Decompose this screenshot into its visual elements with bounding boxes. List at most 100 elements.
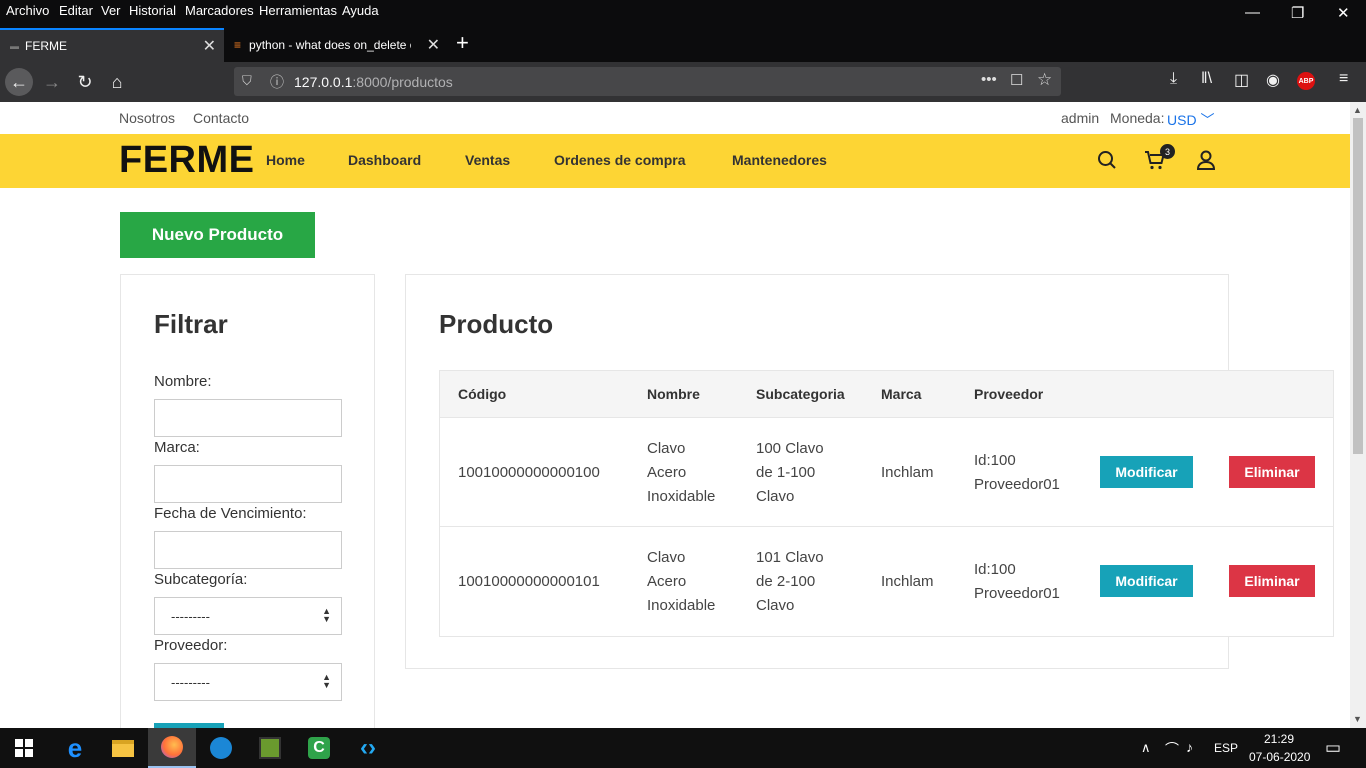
menu-editar[interactable]: Editar — [59, 3, 93, 18]
new-tab-icon[interactable]: + — [456, 30, 469, 56]
tab-bar: ▬ FERME ✕ ≡ python - what does on_delete… — [0, 28, 1366, 62]
home-icon[interactable]: ⌂ — [103, 68, 131, 96]
label-fecha-vencimiento: Fecha de Vencimiento: — [154, 505, 307, 522]
select-arrows-icon: ▲ ▼ — [322, 672, 331, 690]
tab-title: python - what does on_delete o — [249, 38, 412, 52]
chevron-down-icon: ﹀ — [1200, 112, 1215, 128]
nav-ventas[interactable]: Ventas — [465, 152, 510, 168]
reload-icon[interactable]: ↻ — [71, 68, 99, 96]
pocket-icon[interactable]: ☐ — [1010, 71, 1023, 89]
subcategoria-select[interactable]: --------- ▲ ▼ — [154, 597, 342, 635]
download-icon[interactable]: ⤓ — [1170, 70, 1177, 88]
menu-bar: Archivo Editar Ver Historial Marcadores … — [0, 0, 1366, 28]
restore-icon[interactable]: ❐ — [1291, 4, 1304, 22]
currency-select[interactable]: USD ﹀ — [1167, 110, 1214, 130]
menu-herramientas[interactable]: Herramientas — [259, 3, 337, 18]
page-scrollbar[interactable]: ▲ ▼ — [1350, 102, 1366, 728]
nav-home[interactable]: Home — [266, 152, 305, 168]
nav-dashboard[interactable]: Dashboard — [348, 152, 421, 168]
adblock-icon[interactable]: ABP — [1297, 72, 1315, 90]
label-nombre: Nombre: — [154, 373, 212, 390]
filter-panel: Filtrar Nombre: Marca: Fecha de Vencimie… — [120, 274, 375, 728]
currency-label: Moneda: — [1110, 110, 1165, 126]
fecha-vencimiento-input[interactable] — [154, 531, 342, 569]
cell-nombre: Clavo Acero Inoxidable — [647, 440, 716, 505]
select-arrows-icon: ▲ ▼ — [322, 606, 331, 624]
col-subcategoria: Subcategoria — [756, 386, 845, 402]
menu-marcadores[interactable]: Marcadores — [185, 3, 254, 18]
camtasia-icon[interactable]: C — [295, 728, 343, 768]
menu-historial[interactable]: Historial — [129, 3, 176, 18]
products-title: Producto — [439, 309, 554, 339]
close-tab-icon[interactable]: ✕ — [427, 35, 440, 55]
nombre-input[interactable] — [154, 399, 342, 437]
search-icon[interactable] — [1095, 148, 1119, 172]
back-icon[interactable]: ← — [5, 68, 33, 96]
app-green-icon[interactable] — [246, 728, 294, 768]
forward-icon[interactable]: → — [38, 68, 66, 96]
stackoverflow-icon: ≡ — [234, 38, 242, 52]
user-name[interactable]: admin — [1061, 110, 1099, 126]
notifications-icon[interactable]: ▭ — [1325, 738, 1341, 758]
main-header: FERME Home Dashboard Ventas Ordenes de c… — [0, 134, 1350, 188]
delete-button[interactable]: Eliminar — [1229, 456, 1315, 488]
cell-nombre: Clavo Acero Inoxidable — [647, 549, 716, 614]
more-icon[interactable]: ••• — [981, 71, 997, 88]
link-contacto[interactable]: Contacto — [193, 110, 249, 126]
clock-date[interactable]: 07-06-2020 — [1249, 750, 1310, 764]
tab-ferme[interactable]: ▬ FERME ✕ — [0, 28, 224, 62]
hamburger-menu-icon[interactable]: ≡ — [1339, 70, 1348, 88]
col-proveedor: Proveedor — [974, 386, 1044, 402]
minimize-icon[interactable]: — — [1245, 4, 1260, 21]
modify-button[interactable]: Modificar — [1100, 456, 1193, 488]
delete-button[interactable]: Eliminar — [1229, 565, 1315, 597]
library-icon[interactable]: ‖\ — [1201, 70, 1212, 88]
user-icon[interactable] — [1194, 148, 1218, 172]
marca-input[interactable] — [154, 465, 342, 503]
tray-chevron-icon[interactable]: ∧ — [1141, 740, 1151, 756]
info-icon[interactable]: ⓘ — [270, 72, 284, 92]
scroll-down-icon[interactable]: ▼ — [1353, 714, 1362, 724]
vscode-icon[interactable]: ‹› — [344, 728, 392, 768]
url-path: :8000/productos — [352, 74, 453, 90]
sidebar-icon[interactable]: ◫ — [1234, 70, 1249, 90]
nav-ordenes-de-compra[interactable]: Ordenes de compra — [554, 152, 686, 168]
volume-icon[interactable]: ♪ — [1186, 739, 1193, 755]
col-marca: Marca — [881, 386, 922, 402]
link-nosotros[interactable]: Nosotros — [119, 110, 175, 126]
firefox-icon[interactable] — [148, 728, 196, 768]
clock-time[interactable]: 21:29 — [1264, 732, 1294, 746]
menu-ayuda[interactable]: Ayuda — [342, 3, 379, 18]
account-icon[interactable]: ◉ — [1266, 70, 1280, 90]
language-indicator[interactable]: ESP — [1214, 741, 1238, 755]
label-proveedor: Proveedor: — [154, 637, 228, 654]
close-tab-icon[interactable]: ✕ — [203, 36, 216, 56]
tab-python[interactable]: ≡ python - what does on_delete o ✕ — [226, 28, 448, 62]
menu-ver[interactable]: Ver — [101, 3, 121, 18]
scroll-thumb[interactable] — [1353, 118, 1363, 454]
scroll-up-icon[interactable]: ▲ — [1353, 105, 1362, 115]
new-product-button[interactable]: Nuevo Producto — [120, 212, 315, 258]
windows-start-icon[interactable] — [0, 728, 48, 768]
shield-icon[interactable]: ⛉ — [242, 73, 252, 89]
table-header: Código Nombre Subcategoria Marca Proveed… — [440, 371, 1333, 418]
bookmark-star-icon[interactable]: ☆ — [1037, 70, 1052, 90]
favicon-icon: ▬ — [10, 41, 19, 51]
menu-archivo[interactable]: Archivo — [6, 3, 49, 18]
cell-proveedor: Id:100 Proveedor01 — [974, 561, 1060, 602]
filter-title: Filtrar — [154, 309, 228, 339]
file-explorer-icon[interactable] — [99, 728, 147, 768]
logo[interactable]: FERME — [119, 139, 255, 182]
col-nombre: Nombre — [647, 386, 700, 402]
edge-icon[interactable]: e — [51, 728, 99, 768]
cell-codigo: 10010000000000101 — [458, 573, 600, 590]
cell-codigo: 10010000000000100 — [458, 464, 600, 481]
modify-button[interactable]: Modificar — [1100, 565, 1193, 597]
proveedor-select[interactable]: --------- ▲ ▼ — [154, 663, 342, 701]
url-bar[interactable]: ⛉ ⓘ 127.0.0.1:8000/productos ••• ☐ ☆ — [234, 67, 1061, 96]
wifi-icon[interactable]: ⌒ — [1165, 739, 1179, 759]
proveedor-value: --------- — [171, 675, 210, 690]
close-window-icon[interactable]: ✕ — [1337, 4, 1350, 22]
nav-mantenedores[interactable]: Mantenedores — [732, 152, 827, 168]
edge-dev-icon[interactable] — [197, 728, 245, 768]
